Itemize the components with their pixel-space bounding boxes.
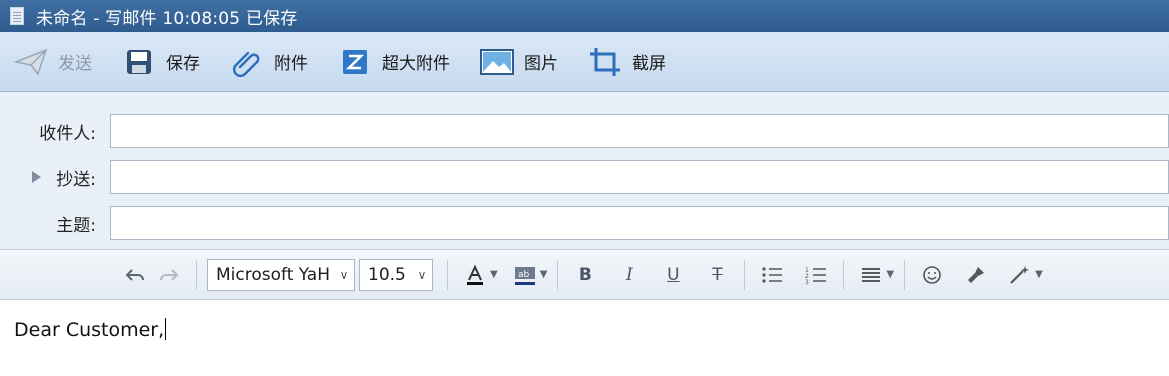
send-icon: [14, 47, 48, 77]
message-header-fields: 收件人: 抄送: 主题:: [0, 92, 1169, 250]
text-cursor: [165, 318, 167, 340]
large-attachment-button[interactable]: 超大附件: [338, 47, 450, 77]
bullet-list-icon[interactable]: [755, 260, 789, 290]
caret-down-icon[interactable]: ▼: [886, 269, 894, 280]
expand-triangle-icon[interactable]: [32, 171, 41, 183]
format-brush-icon[interactable]: [959, 260, 993, 290]
image-label: 图片: [524, 54, 558, 74]
image-button[interactable]: 图片: [480, 47, 558, 77]
emoji-icon[interactable]: [915, 260, 949, 290]
save-label: 保存: [166, 54, 200, 74]
separator: [447, 259, 448, 290]
subject-input[interactable]: [110, 206, 1169, 240]
magic-wand-icon[interactable]: [1003, 260, 1037, 290]
font-family-value: Microsoft YaH: [216, 264, 331, 285]
separator: [557, 259, 559, 290]
paperclip-icon: [230, 47, 264, 77]
svg-text:ab: ab: [518, 270, 530, 280]
underline-icon[interactable]: U: [656, 260, 690, 290]
undo-icon[interactable]: [118, 260, 152, 290]
svg-text:3: 3: [805, 279, 809, 284]
separator: [904, 259, 906, 290]
caret-down-icon[interactable]: ▼: [540, 269, 548, 280]
body-text: Dear Customer,: [14, 319, 165, 341]
main-toolbar: 发送 保存 附件 超大附件 图片 截屏: [0, 32, 1169, 92]
attachment-button[interactable]: 附件: [230, 47, 308, 77]
floppy-disk-icon: [122, 47, 156, 77]
crop-icon: [588, 47, 622, 77]
window-title: 未命名 - 写邮件 10:08:05 已保存: [36, 8, 298, 29]
font-family-select[interactable]: Microsoft YaH ∨: [207, 258, 355, 291]
font-size-select[interactable]: 10.5 ∨: [359, 258, 433, 291]
bold-icon[interactable]: B: [568, 260, 602, 290]
caret-down-icon[interactable]: ▼: [490, 269, 498, 280]
document-icon: [10, 7, 24, 25]
subject-label: 主题:: [56, 215, 96, 236]
cc-label-container: 抄送:: [0, 165, 110, 190]
highlight-color-icon[interactable]: ab: [508, 260, 542, 290]
caret-down-icon[interactable]: ▼: [1035, 269, 1043, 280]
font-color-icon[interactable]: [458, 260, 492, 290]
to-label: 收件人:: [39, 123, 96, 144]
cc-input[interactable]: [110, 160, 1169, 194]
message-body-editor[interactable]: Dear Customer,: [0, 300, 1169, 359]
chevron-down-icon: ∨: [339, 267, 349, 282]
title-bar: 未命名 - 写邮件 10:08:05 已保存: [0, 0, 1169, 32]
to-input[interactable]: [110, 114, 1169, 148]
send-button[interactable]: 发送: [14, 47, 92, 77]
numbered-list-icon[interactable]: 123: [799, 260, 833, 290]
chevron-down-icon: ∨: [417, 267, 427, 282]
separator: [843, 259, 845, 290]
align-icon[interactable]: [854, 260, 888, 290]
to-row: 收件人:: [0, 108, 1169, 154]
separator: [196, 259, 197, 290]
format-toolbar: Microsoft YaH ∨ 10.5 ∨ ▼ ab ▼ B I U T 12…: [0, 250, 1169, 300]
italic-icon[interactable]: I: [612, 260, 646, 290]
save-button[interactable]: 保存: [122, 47, 200, 77]
separator: [744, 259, 746, 290]
attachment-label: 附件: [274, 54, 308, 74]
font-size-value: 10.5: [368, 264, 406, 285]
redo-icon[interactable]: [152, 260, 186, 290]
screenshot-label: 截屏: [632, 54, 666, 74]
large-attachment-label: 超大附件: [382, 54, 450, 74]
strikethrough-icon[interactable]: T: [700, 260, 734, 290]
cc-row: 抄送:: [0, 154, 1169, 200]
subject-row: 主题:: [0, 200, 1169, 246]
screenshot-button[interactable]: 截屏: [588, 47, 666, 77]
large-attachment-icon: [338, 47, 372, 77]
cc-label: 抄送:: [56, 169, 96, 190]
send-label: 发送: [58, 54, 92, 74]
image-icon: [480, 47, 514, 77]
